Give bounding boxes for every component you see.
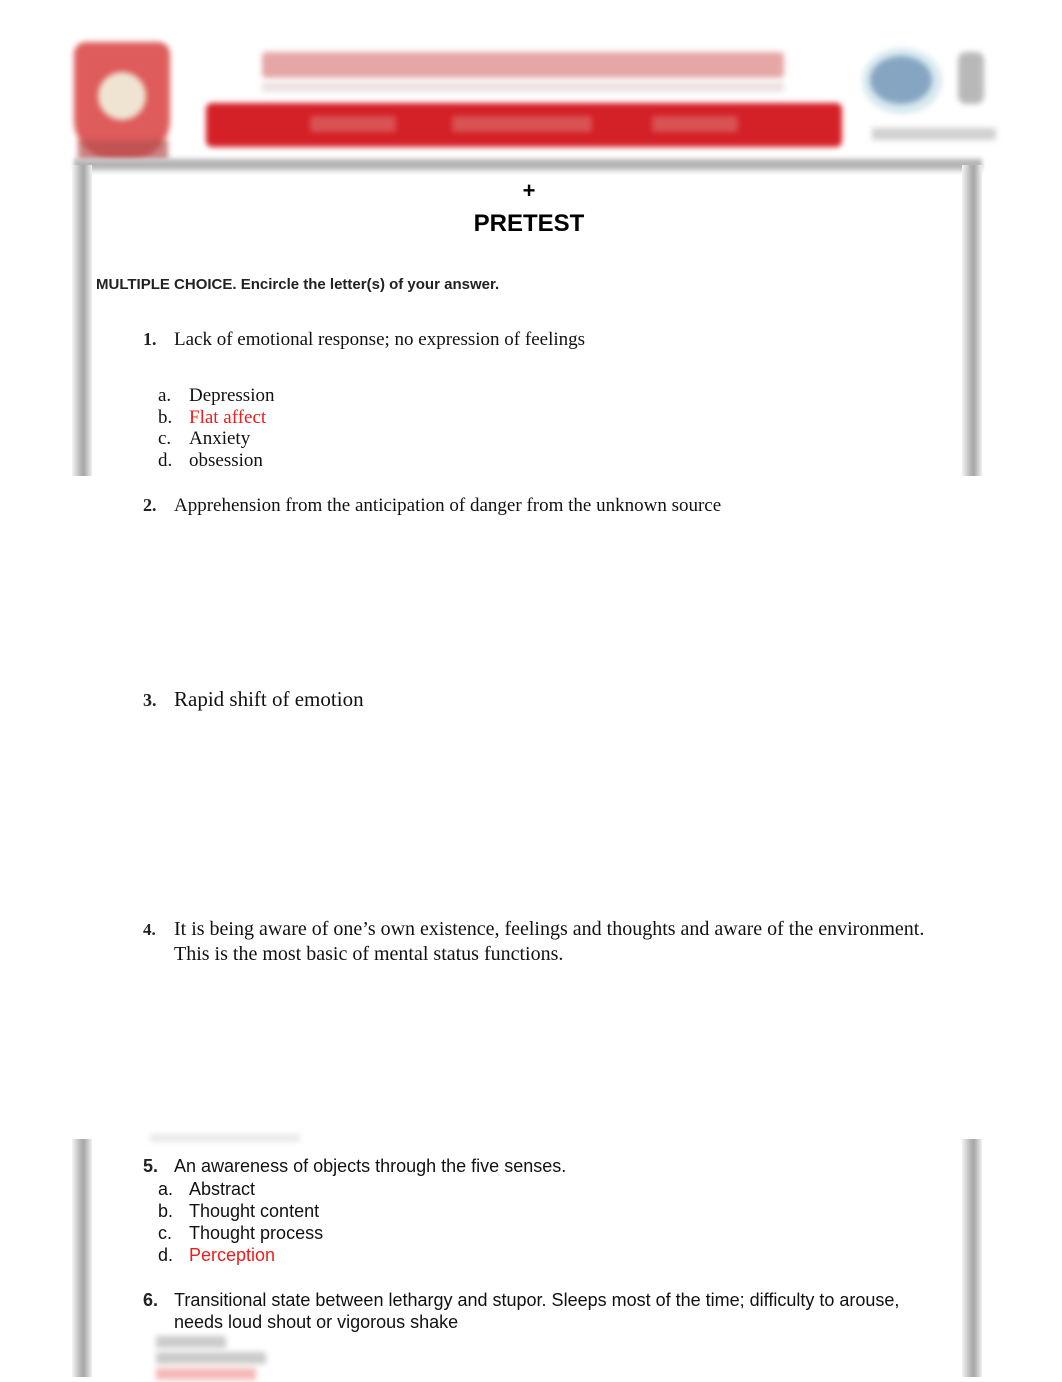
- option-letter: a.: [158, 1179, 174, 1199]
- option-b[interactable]: b. Thought content: [158, 1200, 323, 1222]
- question-text: Apprehension from the anticipation of da…: [174, 495, 722, 516]
- question-number: 3.: [143, 690, 157, 710]
- logo-caption-blurred: [872, 128, 996, 140]
- question-text: Rapid shift of emotion: [174, 687, 364, 711]
- question-1-options: a. Depression b. Flat affect c. Anxiety d. o…: [158, 385, 274, 471]
- blurred-option: [156, 1352, 266, 1364]
- option-text: Thought content: [189, 1201, 320, 1221]
- option-d[interactable]: d. Perception: [158, 1244, 323, 1266]
- option-b[interactable]: b. Flat affect: [158, 407, 274, 429]
- question-text: Transitional state between lethargy and …: [174, 1290, 900, 1310]
- secondary-logo-icon: [958, 52, 984, 104]
- banner-text-blurred: [452, 116, 592, 132]
- question-number: 2.: [143, 495, 157, 515]
- question-4: 4. It is being aware of one’s own existen…: [143, 917, 924, 966]
- page-frame-left-border: [72, 1139, 92, 1377]
- page-title: PRETEST: [473, 210, 585, 237]
- question-6: 6. Transitional state between lethargy an…: [143, 1289, 899, 1333]
- option-text: obsession: [189, 449, 263, 471]
- question-text: Lack of emotional response; no expressio…: [174, 329, 586, 350]
- institution-name-blurred: [262, 52, 784, 78]
- question-number: 5.: [143, 1156, 159, 1176]
- page-frame-right-border: [962, 1139, 982, 1377]
- option-letter: d.: [158, 449, 173, 471]
- option-text: Anxiety: [189, 428, 251, 449]
- banner-text-blurred: [310, 116, 396, 132]
- question-number: 1.: [143, 329, 157, 349]
- option-text-answer: Perception: [189, 1245, 276, 1265]
- question-number: 4.: [143, 920, 156, 939]
- plus-mark: +: [522, 178, 536, 203]
- option-letter: d.: [158, 1245, 174, 1265]
- option-letter: c.: [158, 428, 172, 449]
- page-frame-top-border: [74, 158, 982, 172]
- option-letter: a.: [158, 385, 172, 406]
- option-text: Abstract: [189, 1179, 256, 1199]
- question-text: An awareness of objects through the five…: [174, 1156, 567, 1176]
- institution-subtitle-blurred: [262, 82, 784, 92]
- blurred-option: [156, 1336, 226, 1348]
- option-text: Thought process: [189, 1223, 324, 1243]
- option-a[interactable]: a. Depression: [158, 385, 274, 407]
- question-5-options: a. Abstract b. Thought content c. Thought p…: [158, 1178, 323, 1266]
- option-letter: c.: [158, 1223, 173, 1243]
- instructions: MULTIPLE CHOICE. Encircle the letter(s) …: [96, 276, 500, 293]
- option-letter: b.: [158, 1201, 174, 1221]
- banner-text-blurred: [652, 116, 738, 132]
- question-5: 5. An awareness of objects through the fi…: [143, 1156, 566, 1177]
- accreditation-logo-mark: [870, 56, 932, 104]
- question-text-line-2: needs loud shout or vigorous shake: [174, 1312, 459, 1332]
- option-letter: b.: [158, 406, 173, 428]
- question-number: 6.: [143, 1290, 159, 1310]
- blurred-option: [156, 1368, 256, 1380]
- option-text: Depression: [189, 385, 275, 406]
- question-text: It is being aware of one’s own existence…: [174, 918, 925, 940]
- question-3: 3. Rapid shift of emotion: [143, 687, 364, 712]
- question-6-options-blurred: [156, 1336, 266, 1382]
- crest-emblem-icon: [98, 72, 146, 120]
- question-1: 1. Lack of emotional response; no express…: [143, 329, 585, 351]
- option-c[interactable]: c. Anxiety: [158, 428, 274, 450]
- option-c[interactable]: c. Thought process: [158, 1222, 323, 1244]
- option-d[interactable]: d. obsession: [158, 450, 274, 472]
- faded-rule: [150, 1134, 300, 1142]
- option-a[interactable]: a. Abstract: [158, 1178, 323, 1200]
- question-2: 2. Apprehension from the anticipation of …: [143, 495, 721, 517]
- question-text-line-2: This is the most basic of mental status …: [174, 943, 564, 965]
- option-text-answer: Flat affect: [189, 406, 267, 428]
